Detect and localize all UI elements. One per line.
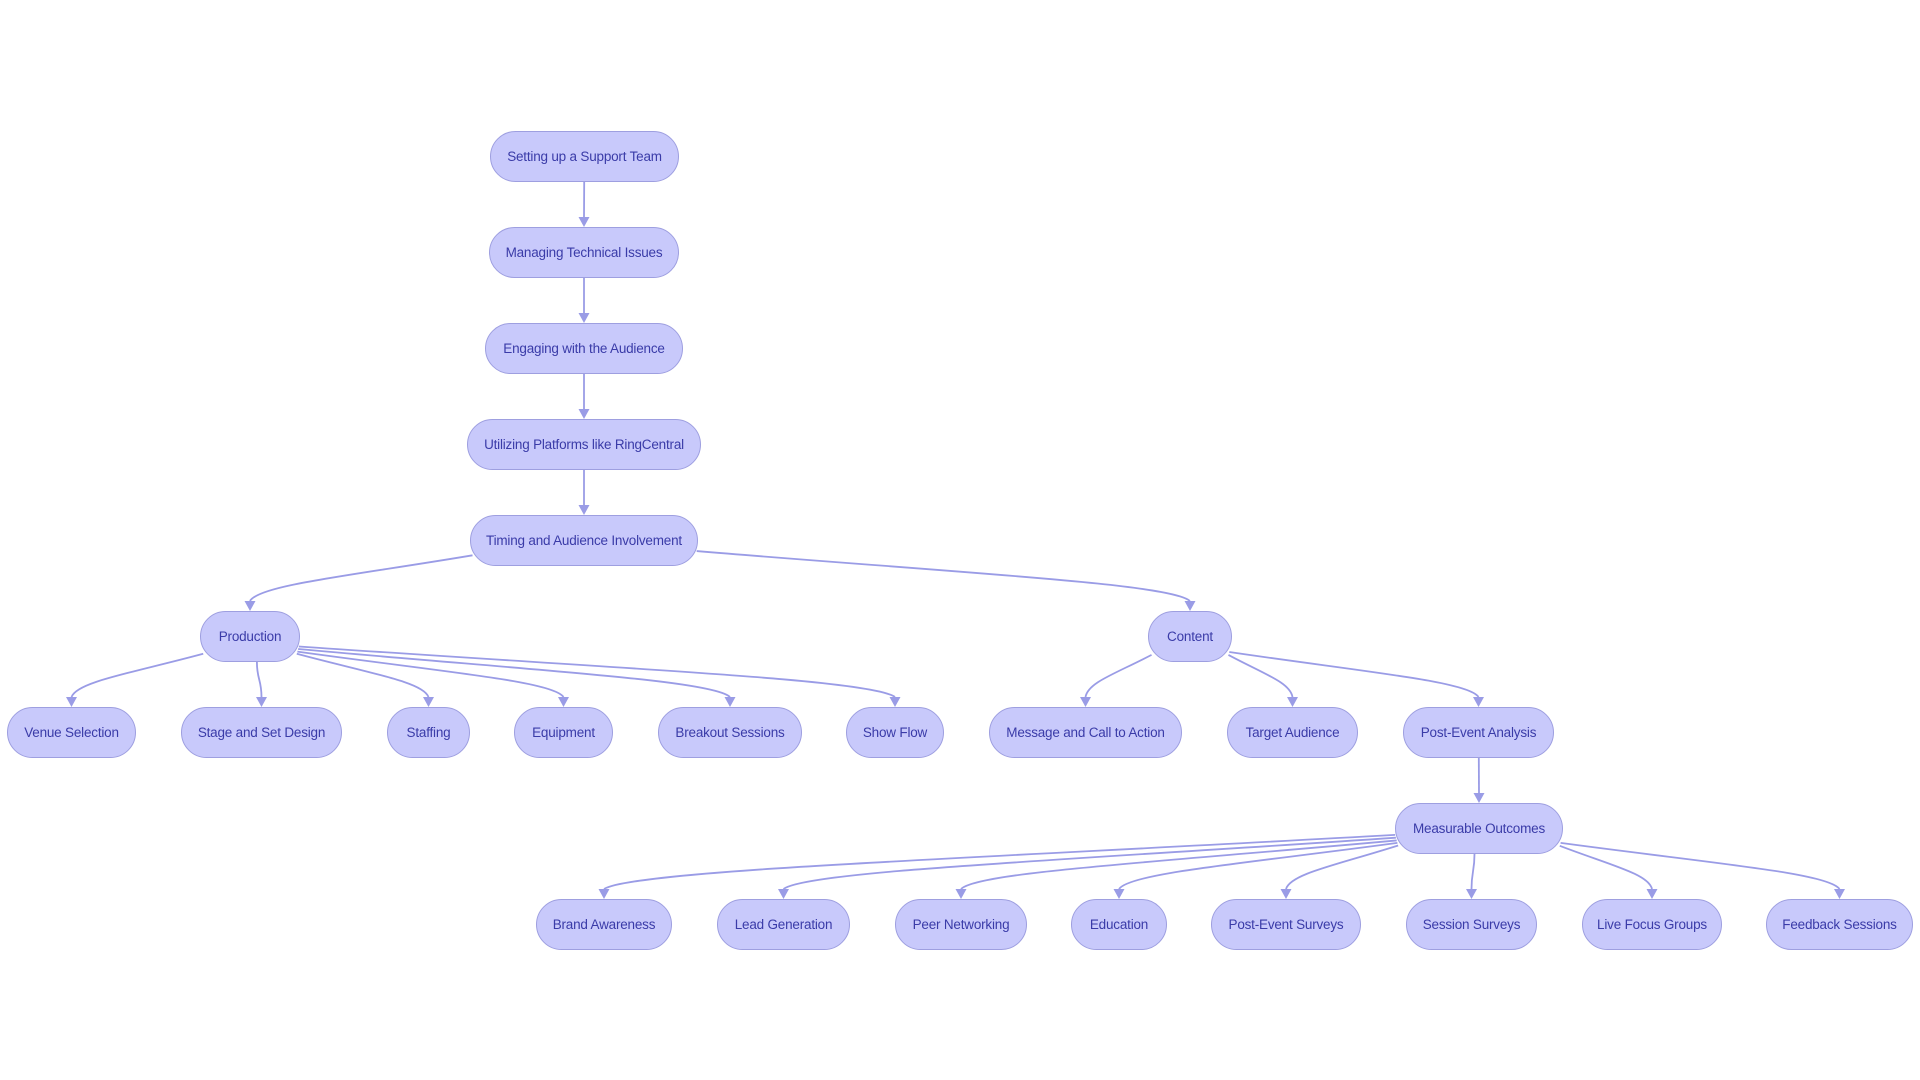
edge-production-to-equipment (297, 650, 565, 698)
arrowhead-icon (1834, 889, 1845, 899)
node-label: Message and Call to Action (1006, 725, 1165, 740)
arrowhead-icon (1646, 889, 1658, 899)
arrowhead-icon (578, 217, 590, 227)
node-label: Production (218, 629, 282, 644)
arrowhead-icon (955, 889, 967, 899)
node-engaging-audience[interactable]: Engaging with the Audience (485, 323, 683, 374)
edge-measurable-outcomes-to-post-event-surveys (1285, 844, 1399, 890)
node-label: Utilizing Platforms like RingCentral (484, 437, 684, 452)
node-lead-generation[interactable]: Lead Generation (717, 899, 850, 950)
node-label: Brand Awareness (552, 917, 656, 932)
node-production[interactable]: Production (200, 611, 300, 662)
arrowhead-icon (256, 697, 267, 707)
arrowhead-icon (423, 697, 434, 707)
node-education[interactable]: Education (1071, 899, 1167, 950)
arrowhead-icon (1080, 697, 1091, 707)
edge-production-to-breakout-sessions (298, 648, 731, 698)
node-label: Measurable Outcomes (1412, 821, 1545, 836)
node-label: Staffing (406, 725, 451, 740)
arrowhead-icon (578, 409, 590, 419)
arrowhead-icon (578, 313, 590, 323)
node-platforms[interactable]: Utilizing Platforms like RingCentral (467, 419, 701, 470)
node-equipment[interactable]: Equipment (514, 707, 613, 758)
arrowhead-icon (1280, 889, 1292, 899)
node-label: Setting up a Support Team (507, 149, 662, 164)
arrowhead-icon (1473, 697, 1484, 707)
node-stage-design[interactable]: Stage and Set Design (181, 707, 342, 758)
edge-measurable-outcomes-to-feedback-sessions (1560, 842, 1841, 890)
node-content[interactable]: Content (1148, 611, 1232, 662)
node-label: Show Flow (862, 725, 928, 740)
node-label: Target Audience (1245, 725, 1340, 740)
node-label: Feedback Sessions (1782, 917, 1897, 932)
arrowhead-icon (1473, 793, 1485, 803)
edge-content-to-target-audience (1228, 654, 1294, 698)
node-show-flow[interactable]: Show Flow (846, 707, 944, 758)
node-post-event-surveys[interactable]: Post-Event Surveys (1211, 899, 1361, 950)
node-target-audience[interactable]: Target Audience (1227, 707, 1358, 758)
arrowhead-icon (889, 697, 901, 707)
arrowhead-icon (1287, 697, 1298, 707)
arrowhead-icon (1466, 889, 1477, 899)
node-measurable-outcomes[interactable]: Measurable Outcomes (1395, 803, 1563, 854)
edge-timing-to-content (696, 550, 1191, 602)
edge-production-to-show-flow (298, 645, 896, 698)
node-timing[interactable]: Timing and Audience Involvement (470, 515, 698, 566)
node-post-event-analysis[interactable]: Post-Event Analysis (1403, 707, 1554, 758)
arrowhead-icon (598, 889, 610, 899)
node-peer-networking[interactable]: Peer Networking (895, 899, 1027, 950)
arrowhead-icon (558, 697, 569, 707)
node-label: Managing Technical Issues (505, 245, 663, 260)
node-support-team[interactable]: Setting up a Support Team (490, 131, 679, 182)
arrowhead-icon (1113, 889, 1125, 899)
edge-production-to-venue-selection (70, 652, 204, 698)
node-label: Live Focus Groups (1597, 917, 1707, 932)
node-session-surveys[interactable]: Session Surveys (1406, 899, 1537, 950)
node-message-cta[interactable]: Message and Call to Action (989, 707, 1182, 758)
node-technical-issues[interactable]: Managing Technical Issues (489, 227, 679, 278)
node-label: Timing and Audience Involvement (486, 533, 682, 548)
edge-timing-to-production (249, 554, 473, 602)
node-label: Education (1089, 917, 1149, 932)
node-label: Session Surveys (1422, 917, 1521, 932)
node-label: Stage and Set Design (197, 725, 326, 740)
node-label: Equipment (532, 725, 595, 740)
flowchart-canvas: Setting up a Support Team Managing Techni… (0, 0, 1920, 1080)
arrowhead-icon (66, 697, 77, 707)
node-label: Peer Networking (912, 917, 1010, 932)
node-breakout-sessions[interactable]: Breakout Sessions (658, 707, 802, 758)
node-label: Content (1167, 629, 1213, 644)
node-live-focus-groups[interactable]: Live Focus Groups (1582, 899, 1722, 950)
node-label: Post-Event Surveys (1228, 917, 1344, 932)
node-venue-selection[interactable]: Venue Selection (7, 707, 136, 758)
node-label: Venue Selection (24, 725, 119, 740)
arrowhead-icon (578, 505, 590, 515)
node-label: Engaging with the Audience (503, 341, 665, 356)
edge-measurable-outcomes-to-brand-awareness (603, 833, 1396, 890)
arrowhead-icon (1184, 601, 1196, 611)
node-label: Post-Event Analysis (1420, 725, 1537, 740)
edge-measurable-outcomes-to-session-surveys (1470, 853, 1476, 890)
node-label: Lead Generation (734, 917, 833, 932)
node-brand-awareness[interactable]: Brand Awareness (536, 899, 672, 950)
arrowhead-icon (244, 601, 256, 611)
node-staffing[interactable]: Staffing (387, 707, 470, 758)
edge-measurable-outcomes-to-education (1118, 842, 1398, 890)
edge-content-to-message-cta (1084, 654, 1152, 698)
node-label: Breakout Sessions (675, 725, 785, 740)
edge-production-to-stage-design (256, 661, 263, 698)
arrowhead-icon (724, 697, 736, 707)
node-feedback-sessions[interactable]: Feedback Sessions (1766, 899, 1913, 950)
arrowhead-icon (778, 889, 789, 899)
